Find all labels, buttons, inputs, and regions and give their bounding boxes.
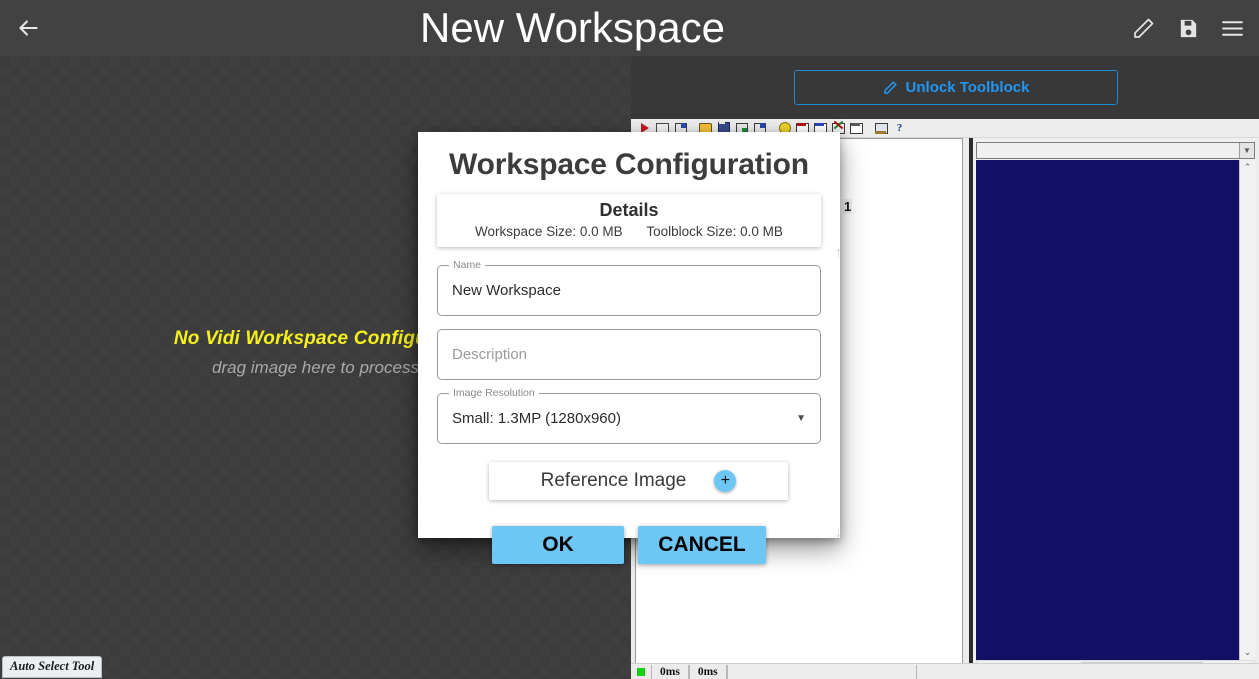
pencil-icon — [1132, 16, 1156, 40]
dialog-actions: OK CANCEL — [418, 500, 840, 580]
details-heading: Details — [437, 200, 821, 221]
graph-icon[interactable] — [848, 120, 865, 136]
floppy-disk-icon — [1177, 17, 1200, 40]
viewer-row: ⌃ ⌄ — [976, 160, 1255, 660]
save-workspace-button[interactable] — [1173, 13, 1203, 43]
dialog-title: Workspace Configuration — [418, 132, 840, 194]
page-title: New Workspace — [16, 0, 1129, 56]
measure-icon[interactable] — [873, 120, 890, 136]
reference-image-row[interactable]: Reference Image + — [489, 462, 788, 500]
tool-status-chip: Auto Select Tool — [2, 656, 102, 678]
status-time-1: 0ms — [651, 665, 689, 679]
workspace-configuration-dialog: Workspace Configuration ↑ ↓ Details Work… — [418, 132, 840, 538]
description-field-placeholder: Description — [452, 346, 527, 363]
vertical-scrollbar[interactable]: ⌃ ⌄ — [1239, 160, 1255, 660]
image-canvas[interactable] — [976, 160, 1239, 660]
hamburger-menu-icon — [1220, 16, 1245, 41]
status-indicator — [637, 668, 645, 676]
tool-index-label: 1 — [843, 199, 852, 214]
image-resolution-value: Small: 1.3MP (1280x960) — [452, 410, 621, 427]
details-sizes: Workspace Size: 0.0 MB Toolblock Size: 0… — [437, 224, 821, 239]
dialog-body: ↑ ↓ Details Workspace Size: 0.0 MB Toolb… — [418, 194, 840, 500]
image-resolution-label: Image Resolution — [449, 387, 539, 399]
status-extra — [727, 665, 917, 679]
help-icon[interactable]: ? — [891, 120, 908, 136]
chevron-up-icon[interactable]: ⌃ — [1240, 160, 1255, 175]
header-actions — [1129, 13, 1259, 43]
workspace-size-label: Workspace Size: 0.0 MB — [475, 224, 623, 239]
image-resolution-select[interactable]: Image Resolution Small: 1.3MP (1280x960)… — [437, 393, 821, 444]
plus-icon[interactable]: + — [714, 470, 736, 492]
name-field-value: New Workspace — [452, 282, 561, 299]
toolblock-status-bar: 0ms 0ms — [631, 663, 1259, 679]
image-viewer-panel: ▼ ⌃ ⌄ ‹ › — [969, 138, 1257, 679]
name-field-label: Name — [449, 259, 485, 271]
unlock-bar: Unlock Toolblock — [631, 56, 1259, 119]
viewer-gutter — [969, 138, 973, 679]
app-root: New Workspace No V — [0, 0, 1259, 679]
reference-image-label: Reference Image — [541, 470, 687, 492]
unlock-toolblock-button[interactable]: Unlock Toolblock — [794, 70, 1118, 105]
chevron-down-icon: ▼ — [796, 413, 806, 424]
name-field[interactable]: Name New Workspace — [437, 265, 821, 316]
status-time-2: 0ms — [689, 665, 727, 679]
description-field[interactable]: Description — [437, 329, 821, 380]
unlock-toolblock-label: Unlock Toolblock — [906, 79, 1030, 96]
toolblock-size-label: Toolblock Size: 0.0 MB — [646, 224, 783, 239]
ok-button[interactable]: OK — [492, 526, 624, 564]
chevron-down-icon[interactable]: ⌄ — [1240, 645, 1255, 660]
menu-button[interactable] — [1217, 13, 1247, 43]
edit-workspace-button[interactable] — [1129, 13, 1159, 43]
pencil-icon — [883, 80, 898, 95]
toolbar-separator — [866, 120, 872, 136]
details-card: Details Workspace Size: 0.0 MB Toolblock… — [437, 194, 821, 247]
cancel-button[interactable]: CANCEL — [638, 526, 766, 564]
app-header: New Workspace — [0, 0, 1259, 56]
chevron-down-icon: ▼ — [1239, 143, 1254, 158]
image-source-dropdown[interactable]: ▼ — [976, 142, 1255, 159]
